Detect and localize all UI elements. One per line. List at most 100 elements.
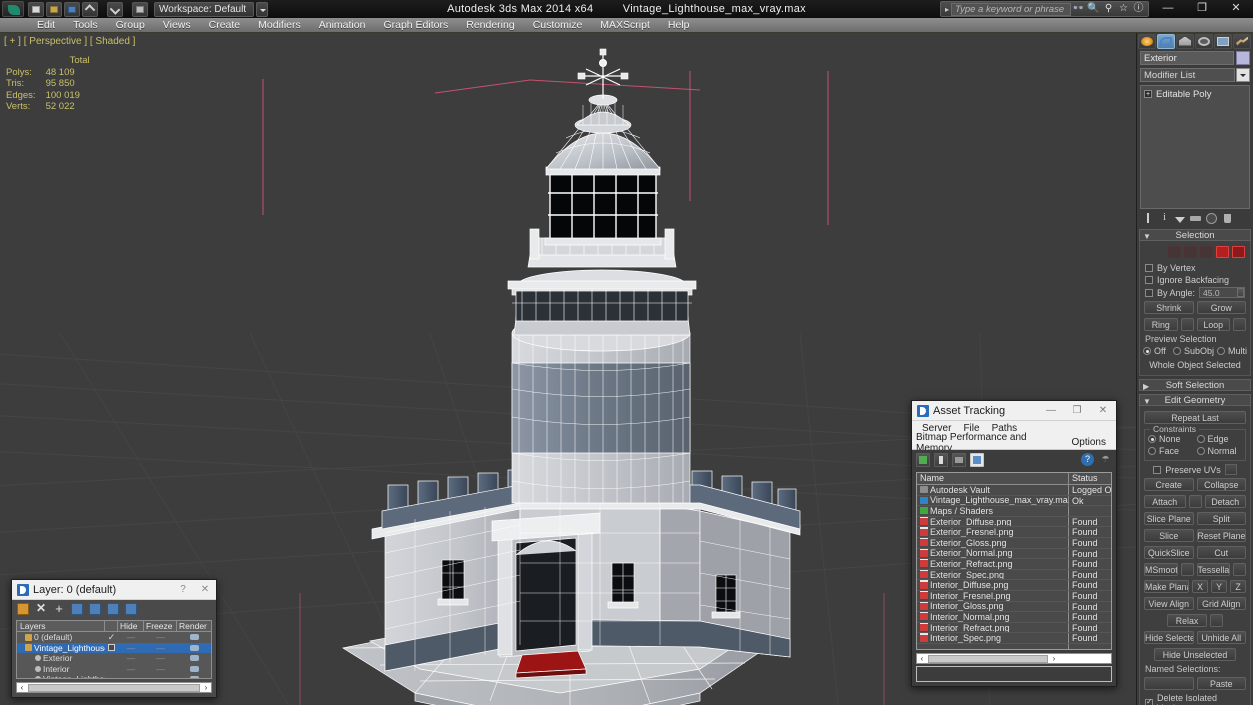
menu-animation[interactable]: Animation (310, 18, 375, 33)
radio-icon[interactable] (1143, 347, 1151, 355)
grow-button[interactable]: Grow (1196, 301, 1246, 314)
layer-hide-toggle[interactable]: — (118, 653, 144, 663)
hat-icon[interactable]: ☂ (1099, 453, 1112, 466)
chevron-down-icon[interactable] (1236, 68, 1250, 82)
preview-subobj-option[interactable]: SubObj (1172, 346, 1214, 356)
close-button[interactable]: ✕ (1219, 0, 1253, 18)
selection-rollout-header[interactable]: ▼ Selection (1139, 229, 1251, 241)
scroll-left-icon[interactable]: ‹ (917, 654, 927, 663)
table-row[interactable]: Maps / Shaders (917, 506, 1111, 517)
table-row[interactable]: Autodesk Vault Logged O (917, 485, 1111, 496)
relax-settings-icon[interactable] (1210, 614, 1224, 627)
add-to-layer-icon[interactable] (107, 602, 119, 615)
search-expand-icon[interactable]: ▸ (943, 5, 951, 14)
minimize-button[interactable]: — (1151, 0, 1185, 18)
refresh-icon[interactable] (916, 452, 930, 467)
layer-properties-icon[interactable] (125, 602, 137, 615)
constraint-none-option[interactable]: None (1148, 434, 1194, 444)
show-end-result-icon[interactable]: i (1159, 213, 1170, 224)
list-item[interactable]: Interior — — (17, 664, 211, 675)
create-layer-icon[interactable] (17, 602, 29, 615)
asset-horizontal-scrollbar[interactable]: ‹ › (916, 653, 1112, 664)
viewport-label[interactable]: [ + ] [ Perspective ] [ Shaded ] (4, 36, 135, 47)
repeat-last-button[interactable]: Repeat Last (1144, 411, 1246, 424)
list-item[interactable]: Vintage_Lighthouse — — (17, 674, 211, 678)
menu-views[interactable]: Views (154, 18, 200, 33)
table-row[interactable]: Exterior_Spec.png Found (917, 569, 1111, 581)
object-name-input[interactable]: Exterior (1140, 51, 1234, 65)
menu-tools[interactable]: Tools (64, 18, 107, 33)
pointer-icon[interactable]: ⚲ (1101, 2, 1116, 16)
preview-multi-option[interactable]: Multi (1216, 346, 1247, 356)
asset-menu-options[interactable]: Options (1072, 437, 1116, 448)
layer-close-button[interactable]: ✕ (194, 584, 216, 595)
delete-icon[interactable] (1222, 213, 1233, 224)
layer-help-button[interactable]: ? (172, 584, 194, 595)
new-icon[interactable] (28, 1, 44, 17)
scrollbar-thumb[interactable] (928, 654, 1048, 663)
layer-render-toggle[interactable] (177, 653, 211, 663)
delete-layer-icon[interactable]: ✕ (35, 602, 47, 615)
table-row[interactable]: Interior_Fresnel.png Found (917, 590, 1111, 602)
asset-close-button[interactable]: ✕ (1090, 405, 1116, 416)
layer-freeze-toggle[interactable]: — (144, 674, 177, 678)
search-input[interactable]: Type a keyword or phrase (951, 2, 1071, 16)
hide-unselected-button[interactable]: Hide Unselected (1153, 648, 1237, 661)
layer-render-toggle[interactable] (177, 632, 211, 642)
loop-spinner-icon[interactable] (1233, 318, 1246, 331)
layer-freeze-toggle[interactable]: — (144, 632, 177, 642)
unhide-all-button[interactable]: Unhide All (1196, 631, 1246, 644)
attach-settings-icon[interactable] (1188, 495, 1202, 508)
object-color-swatch[interactable] (1236, 51, 1250, 65)
delete-isolated-row[interactable]: Delete Isolated Vertices (1143, 692, 1247, 705)
details-icon[interactable] (952, 452, 966, 467)
relax-button[interactable]: Relax (1166, 614, 1208, 627)
table-row[interactable]: Interior_Gloss.png Found (917, 601, 1111, 613)
utilities-tab[interactable] (1233, 33, 1251, 49)
modifier-stack[interactable]: + Editable Poly (1140, 85, 1250, 209)
remove-modifier-icon[interactable] (1190, 213, 1201, 224)
edit-geometry-rollout-header[interactable]: ▼ Edit Geometry (1139, 394, 1251, 406)
magnifier-icon[interactable]: 🔍 (1086, 2, 1101, 16)
radio-icon[interactable] (1196, 435, 1205, 443)
undo-icon[interactable] (82, 1, 98, 17)
make-planar-y-button[interactable]: Y (1211, 580, 1227, 593)
layer-render-toggle[interactable] (177, 664, 211, 674)
radio-icon[interactable] (1196, 447, 1205, 455)
list-item[interactable]: Vintage_Lighthouse — — (17, 642, 211, 653)
undo-dropdown-icon[interactable] (100, 2, 105, 17)
vertex-icon[interactable] (1168, 246, 1181, 258)
asset-minimize-button[interactable]: — (1038, 405, 1064, 416)
view-align-button[interactable]: View Align (1144, 597, 1194, 610)
quickslice-button[interactable]: QuickSlice (1144, 546, 1194, 559)
table-row[interactable]: Interior_Normal.png Found (917, 612, 1111, 623)
make-unique-icon[interactable] (1175, 217, 1185, 223)
layer-active-toggle[interactable] (105, 643, 118, 653)
by-angle-spinner[interactable]: 45.0 (1199, 287, 1245, 298)
collapse-button[interactable]: Collapse (1196, 478, 1246, 491)
layer-dialog[interactable]: Layer: 0 (default) ? ✕ ✕ + Layers Hide F… (11, 579, 217, 698)
polygon-icon[interactable] (1216, 246, 1229, 258)
layer-freeze-toggle[interactable]: — (144, 664, 177, 674)
layer-render-toggle[interactable] (177, 674, 211, 678)
grid-align-button[interactable]: Grid Align (1196, 597, 1246, 610)
scroll-right-icon[interactable]: › (1049, 654, 1059, 663)
layer-horizontal-scrollbar[interactable]: ‹ › (16, 682, 212, 693)
table-row[interactable]: Exterior_Gloss.png Found (917, 537, 1111, 549)
list-item[interactable]: Exterior — — (17, 653, 211, 664)
workspace-selector[interactable]: Workspace: Default (154, 1, 254, 17)
menu-graph-editors[interactable]: Graph Editors (374, 18, 457, 33)
scroll-left-icon[interactable]: ‹ (17, 683, 27, 692)
reset-plane-button[interactable]: Reset Plane (1196, 529, 1246, 542)
radio-icon[interactable] (1216, 347, 1225, 355)
menu-rendering[interactable]: Rendering (457, 18, 523, 33)
constraint-face-option[interactable]: Face (1148, 446, 1194, 456)
redo-dropdown-icon[interactable] (125, 2, 130, 17)
radio-icon[interactable] (1148, 447, 1156, 455)
shrink-button[interactable]: Shrink (1144, 301, 1194, 314)
checkbox-icon[interactable] (1153, 465, 1162, 474)
menu-customize[interactable]: Customize (524, 18, 592, 33)
ring-spinner-icon[interactable] (1180, 318, 1194, 331)
make-planar-z-button[interactable]: Z (1230, 580, 1246, 593)
ring-button[interactable]: Ring (1144, 318, 1178, 331)
